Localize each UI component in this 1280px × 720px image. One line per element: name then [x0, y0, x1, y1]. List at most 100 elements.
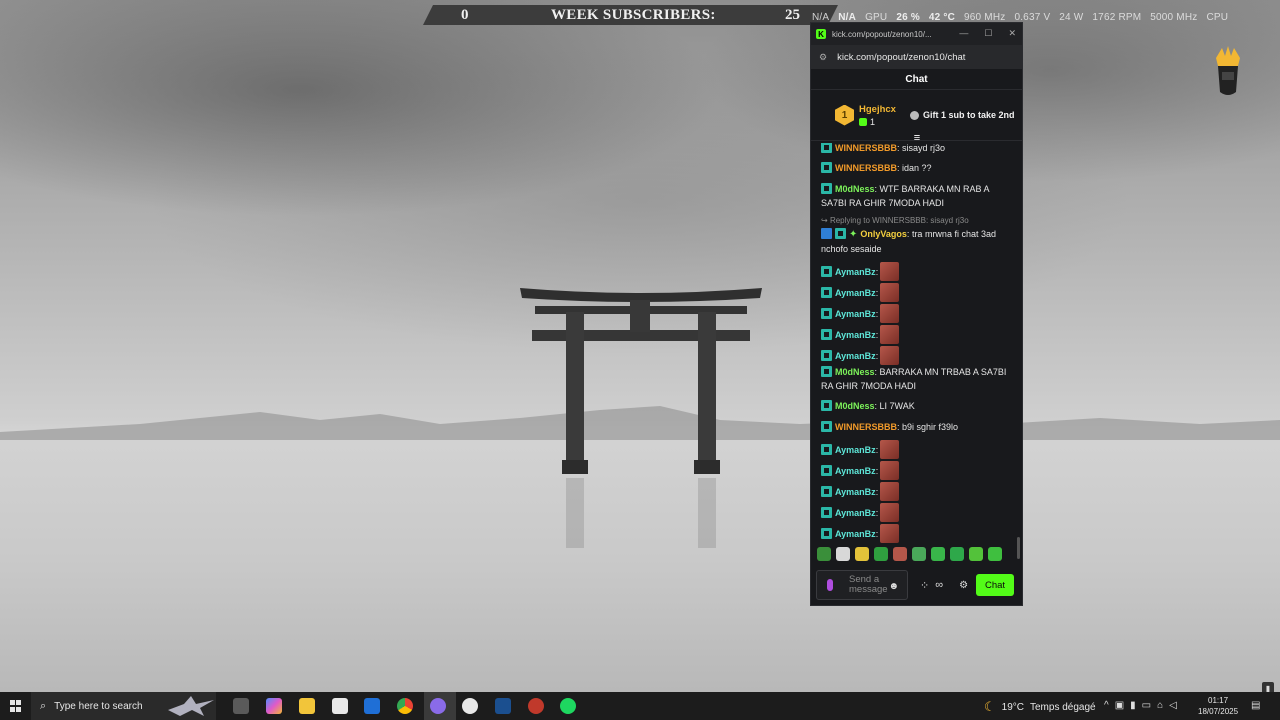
copilot-icon[interactable] [266, 698, 282, 714]
leader-username[interactable]: Hgejhcx [859, 104, 896, 115]
emote-icon[interactable] [880, 325, 900, 344]
infinity-icon[interactable]: ∞ [935, 579, 943, 591]
weather-widget[interactable]: ☾ 19°C Temps dégagé [984, 699, 1096, 715]
reply-context[interactable]: ↪ Replying to WINNERSBBB: sisayd rj3o [821, 216, 969, 225]
emoji-icon[interactable]: ☻ [888, 581, 899, 592]
message-username[interactable]: AymanBz [835, 529, 876, 539]
gift-sub-cta[interactable]: Gift 1 sub to take 2nd [909, 110, 1014, 120]
maximize-button[interactable]: ☐ [984, 28, 992, 39]
message-username[interactable]: AymanBz [835, 351, 876, 361]
stat-mem-clock: 5000 MHz [1150, 12, 1198, 23]
chat-popup-window: K kick.com/popout/zenon10/... — ☐ ✕ ⚙ ki… [810, 22, 1023, 606]
message-username[interactable]: AymanBz [835, 288, 876, 298]
message-username[interactable]: WINNERSBBB [835, 163, 897, 173]
subscriber-badge-icon [821, 308, 832, 319]
emote-icon[interactable] [880, 262, 900, 281]
emote-icon[interactable] [880, 440, 900, 459]
taskbar-search[interactable]: ⌕ Type here to search [31, 692, 216, 720]
chat-message: AymanBz: [821, 461, 1016, 480]
chat-header: Chat [811, 69, 1022, 90]
volume-icon[interactable]: ◁ [1169, 700, 1177, 711]
site-settings-icon[interactable]: ⚙ [819, 52, 827, 63]
quick-emote-icon[interactable] [836, 547, 850, 561]
quick-emote-icon[interactable] [855, 547, 869, 561]
subscriber-badge-icon [821, 287, 832, 298]
stat-cpu-label: CPU [1206, 12, 1229, 23]
message-username[interactable]: AymanBz [835, 508, 876, 518]
subscriber-badge-icon [821, 444, 832, 455]
spotify-icon[interactable] [560, 698, 576, 714]
windows-start-icon[interactable] [10, 700, 22, 712]
chevron-up-icon[interactable]: ^ [1104, 700, 1109, 711]
emote-icon[interactable] [880, 524, 900, 543]
emote-icon[interactable] [880, 283, 900, 302]
message-username[interactable]: AymanBz [835, 267, 876, 277]
chat-message: WINNERSBBB: b9i sghir f39lo [821, 420, 1016, 434]
chat-scrollbar[interactable] [1017, 537, 1020, 559]
subscriber-badge-icon [821, 486, 832, 497]
message-username[interactable]: OnlyVagos [860, 229, 907, 239]
display-icon[interactable]: ▭ [1142, 700, 1151, 711]
chat-message-input[interactable]: Send a message ☻ [816, 570, 908, 600]
message-username[interactable]: WINNERSBBB [835, 143, 897, 153]
close-button[interactable]: ✕ [1008, 28, 1016, 39]
minimize-button[interactable]: — [959, 28, 968, 39]
message-username[interactable]: AymanBz [835, 309, 876, 319]
microphone-icon[interactable]: ▮ [1130, 700, 1136, 711]
settings-icon[interactable]: ⚙ [959, 580, 968, 591]
emote-icon[interactable] [880, 461, 900, 480]
quick-emote-icon[interactable] [950, 547, 964, 561]
star-badge-icon: ✦ [849, 229, 858, 240]
message-username[interactable]: M0dNess [835, 367, 875, 377]
steam-icon[interactable] [495, 698, 511, 714]
store-icon[interactable] [332, 698, 348, 714]
weather-temp: 19°C [1001, 701, 1024, 713]
emote-icon[interactable] [880, 503, 900, 522]
chrome-profile-icon[interactable] [430, 698, 446, 714]
search-highlight-icon [168, 696, 214, 716]
address-bar[interactable]: ⚙ kick.com/popout/zenon10/chat [811, 45, 1022, 69]
chat-message: AymanBz: [821, 524, 1016, 543]
emote-icon[interactable] [880, 304, 900, 323]
moderator-badge-icon [821, 228, 832, 239]
message-username[interactable]: M0dNess [835, 401, 875, 411]
task-view-icon[interactable] [233, 698, 249, 714]
message-username[interactable]: AymanBz [835, 487, 876, 497]
message-username[interactable]: AymanBz [835, 466, 876, 476]
chat-message: AymanBz: [821, 283, 1016, 302]
leader-gift-count: 1 [870, 116, 876, 127]
search-placeholder: Type here to search [54, 700, 143, 712]
stat-fan: 1762 RPM [1092, 12, 1142, 23]
quick-emote-icon[interactable] [969, 547, 983, 561]
outlook-icon[interactable] [364, 698, 380, 714]
chrome-icon[interactable] [397, 698, 413, 714]
notification-icon[interactable]: ▤ [1251, 700, 1260, 711]
chat-message: AymanBz: [821, 440, 1016, 459]
quick-emote-icon[interactable] [931, 547, 945, 561]
sub-icon [909, 110, 919, 120]
users-icon[interactable]: ⁘ [920, 579, 929, 592]
quick-emote-icon[interactable] [912, 547, 926, 561]
clock[interactable]: 01:17 18/07/2025 [1198, 695, 1238, 717]
chat-message: M0dNess: WTF BARRAKA MN RAB A SA7BI RA G… [821, 183, 990, 208]
message-username[interactable]: M0dNess [835, 184, 875, 194]
quick-emote-icon[interactable] [874, 547, 888, 561]
message-username[interactable]: WINNERSBBB [835, 422, 897, 432]
tray-app-icon[interactable]: ▣ [1115, 700, 1124, 711]
network-icon[interactable]: ⌂ [1157, 700, 1163, 711]
quick-emote-icon[interactable] [988, 547, 1002, 561]
send-chat-button[interactable]: Chat [976, 574, 1015, 596]
app-icon[interactable] [462, 698, 478, 714]
file-explorer-icon[interactable] [299, 698, 315, 714]
message-username[interactable]: AymanBz [835, 330, 876, 340]
quick-emote-icon[interactable] [893, 547, 907, 561]
window-titlebar[interactable]: K kick.com/popout/zenon10/... — ☐ ✕ [811, 23, 1022, 45]
microphone-icon[interactable] [827, 579, 833, 591]
message-username[interactable]: AymanBz [835, 445, 876, 455]
emote-icon[interactable] [880, 482, 900, 501]
quick-emote-icon[interactable] [817, 547, 831, 561]
emote-icon[interactable] [880, 346, 900, 365]
recording-app-icon[interactable] [528, 698, 544, 714]
reply-text: Replying to WINNERSBBB: sisayd rj3o [829, 216, 969, 225]
subscriber-badge-icon [821, 400, 832, 411]
